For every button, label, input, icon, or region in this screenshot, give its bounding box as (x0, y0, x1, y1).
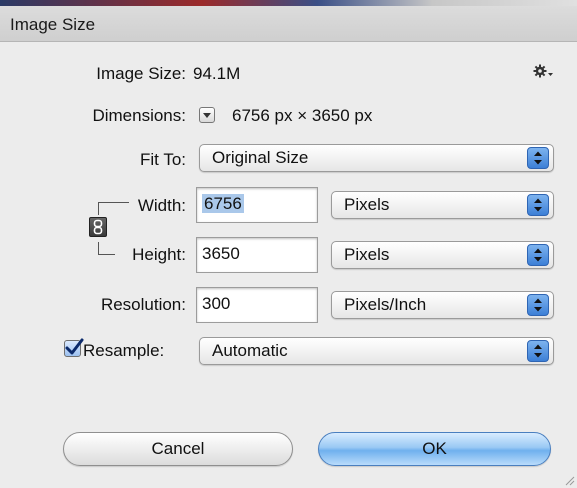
gear-icon[interactable] (532, 62, 554, 85)
fit-to-label: Fit To: (140, 150, 186, 169)
dimensions-label: Dimensions: (92, 106, 186, 125)
height-value: 3650 (202, 244, 240, 263)
cancel-button[interactable]: Cancel (63, 432, 293, 466)
image-size-value: 94.1M (193, 64, 241, 83)
fit-to-value: Original Size (212, 148, 309, 167)
up-down-arrows-icon (527, 244, 549, 266)
resample-checkbox[interactable] (64, 338, 84, 357)
chain-line-top (98, 202, 129, 215)
image-size-label: Image Size: (96, 64, 186, 83)
window-title: Image Size (10, 15, 96, 34)
fit-to-select[interactable]: Original Size (199, 144, 554, 172)
up-down-arrows-icon (527, 147, 549, 169)
resolution-unit-value: Pixels/Inch (344, 295, 427, 314)
width-unit-value: Pixels (344, 195, 390, 214)
height-unit-value: Pixels (344, 245, 390, 264)
dialog-panel: Image Size: 94.1M Dimensions: 6756 px × … (0, 42, 577, 488)
resolution-label: Resolution: (100, 295, 186, 314)
width-label: Width: (137, 196, 186, 215)
resolution-value: 300 (202, 294, 231, 313)
resolution-unit-select[interactable]: Pixels/Inch (331, 291, 554, 319)
resample-value: Automatic (212, 341, 288, 360)
width-value: 6756 (202, 194, 244, 213)
chain-link-icon[interactable] (89, 217, 107, 237)
up-down-arrows-icon (527, 340, 549, 362)
resize-grip-icon[interactable] (561, 472, 575, 486)
dimensions-value: 6756 px × 3650 px (232, 106, 373, 125)
checkmark-icon (65, 338, 84, 355)
resample-label[interactable]: Resample: (83, 341, 164, 361)
up-down-arrows-icon (527, 194, 549, 216)
chain-line-bottom (98, 242, 115, 255)
ok-button[interactable]: OK (318, 432, 551, 466)
height-label: Height: (132, 245, 186, 264)
title-bar[interactable]: Image Size (0, 6, 577, 42)
height-unit-select[interactable]: Pixels (331, 241, 554, 269)
resample-select[interactable]: Automatic (199, 337, 554, 365)
triangle-down-icon[interactable] (199, 107, 215, 123)
width-unit-select[interactable]: Pixels (331, 191, 554, 219)
width-input[interactable]: 6756 (196, 187, 318, 223)
height-input[interactable]: 3650 (196, 237, 318, 273)
up-down-arrows-icon (527, 294, 549, 316)
resolution-input[interactable]: 300 (196, 287, 318, 323)
